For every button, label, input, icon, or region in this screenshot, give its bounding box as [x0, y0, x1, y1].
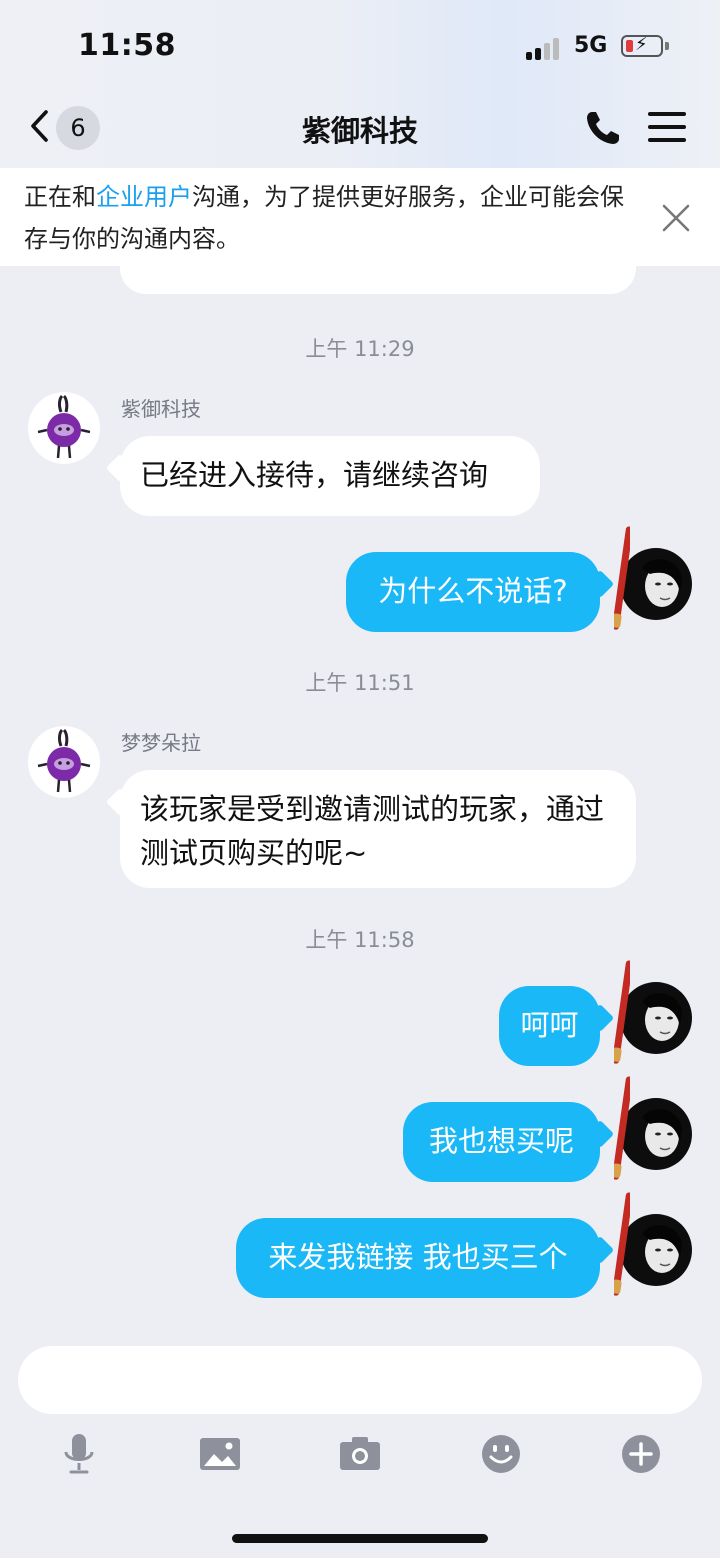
- staff-decoration: [614, 1192, 630, 1296]
- battery-tip: [665, 42, 669, 50]
- user-avatar[interactable]: [620, 1214, 692, 1286]
- timestamp: 上午 11:58: [305, 928, 415, 952]
- staff-decoration: [614, 1076, 630, 1180]
- network-label: 5G: [574, 33, 608, 58]
- phone-icon[interactable]: [583, 108, 623, 148]
- staff-decoration: [614, 526, 630, 630]
- staff-decoration: [614, 960, 630, 1064]
- close-icon[interactable]: [660, 202, 692, 234]
- message-bubble-outgoing[interactable]: 呵呵: [499, 986, 600, 1066]
- emoji-icon[interactable]: [479, 1432, 523, 1476]
- menu-icon[interactable]: [648, 110, 686, 144]
- user-avatar[interactable]: [620, 1098, 692, 1170]
- privacy-notice: 正在和企业用户沟通，为了提供更好服务，企业可能会保存与你的沟通内容。: [0, 168, 720, 266]
- message-bubble-incoming[interactable]: 已经进入接待，请继续咨询: [120, 436, 540, 516]
- notice-text: 正在和企业用户沟通，为了提供更好服务，企业可能会保存与你的沟通内容。: [24, 183, 624, 253]
- message-bubble-outgoing[interactable]: 我也想买呢: [403, 1102, 600, 1182]
- signal-icon: [526, 36, 562, 60]
- message-bubble-outgoing[interactable]: 来发我链接 我也买三个: [236, 1218, 600, 1298]
- message-bubble-incoming[interactable]: 该玩家是受到邀请测试的玩家，通过测试页购买的呢~: [120, 770, 636, 888]
- agent-avatar[interactable]: [28, 726, 100, 798]
- user-avatar[interactable]: [620, 548, 692, 620]
- message-bubble-outgoing[interactable]: 为什么不说话?: [346, 552, 600, 632]
- image-icon[interactable]: [198, 1432, 242, 1476]
- user-avatar[interactable]: [620, 982, 692, 1054]
- microphone-icon[interactable]: [57, 1432, 101, 1476]
- battery-icon: ⚡: [621, 34, 663, 57]
- timestamp: 上午 11:29: [305, 337, 415, 361]
- enterprise-user-link[interactable]: 企业用户: [96, 183, 192, 211]
- status-time: 11:58: [78, 28, 176, 63]
- agent-avatar[interactable]: [28, 392, 100, 464]
- message-input[interactable]: [18, 1346, 702, 1414]
- sender-name: 梦梦朵拉: [121, 731, 201, 755]
- timestamp: 上午 11:51: [305, 671, 415, 695]
- plus-icon[interactable]: [619, 1432, 663, 1476]
- sender-name: 紫御科技: [121, 397, 201, 421]
- home-indicator: [232, 1534, 488, 1543]
- camera-icon[interactable]: [338, 1432, 382, 1476]
